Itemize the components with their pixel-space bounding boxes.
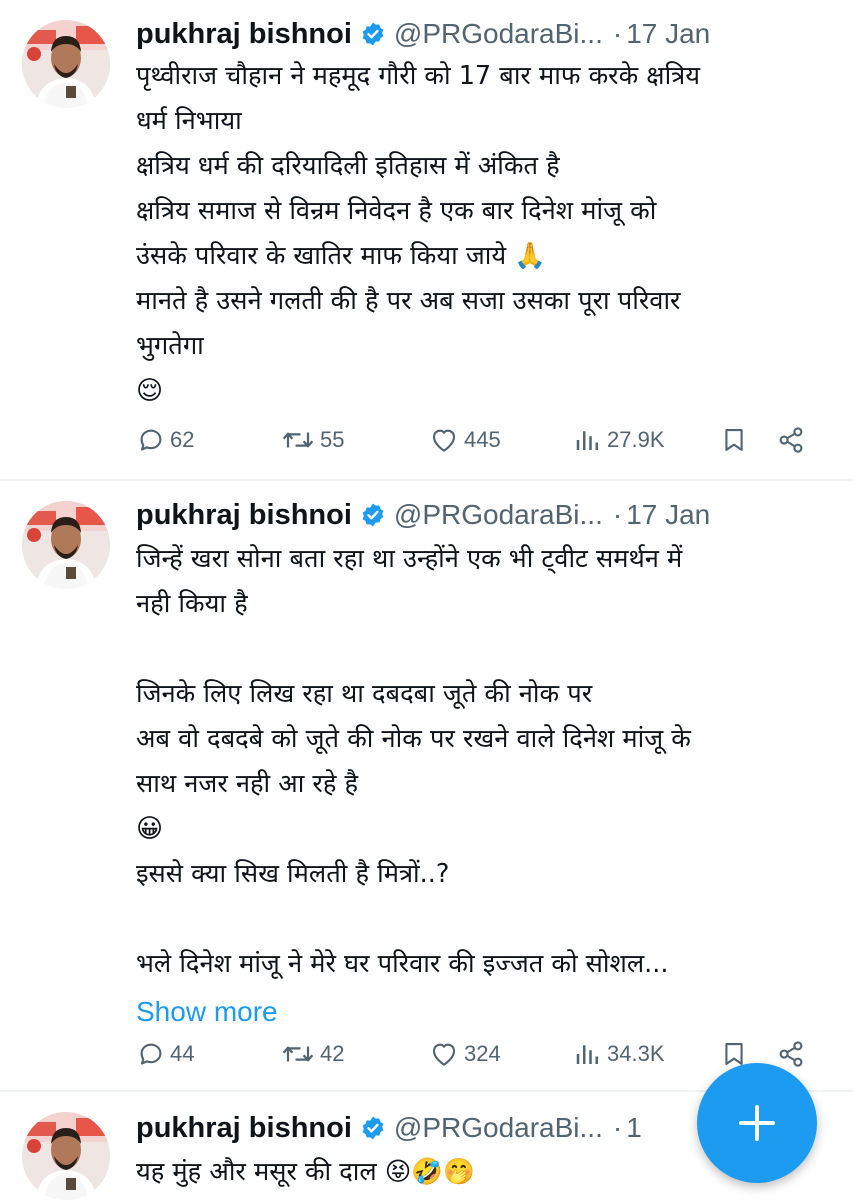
author-handle[interactable]: @PRGodaraBi... [394,499,603,531]
avatar-photo [22,501,110,589]
repost-button[interactable]: 55 [280,420,344,460]
text-line: क्षत्रिय समाज से विन्रम निवेदन है एक बार… [136,196,657,226]
tweet-date[interactable]: 17 Jan [626,499,710,531]
author-handle[interactable]: @PRGodaraBi... [394,1112,603,1144]
avatar-photo [22,1112,110,1200]
text-line [136,627,826,672]
like-icon [432,429,456,452]
tweet-text[interactable]: पृथ्वीराज चौहान ने महमूद गौरी को 17 बार … [136,54,826,414]
repost-icon [282,432,314,448]
repost-icon [282,1046,314,1062]
verified-badge-icon [362,503,384,527]
text-line: धर्म निभाया [136,106,242,136]
tweet-actions: 44 42 324 34.3K [136,1034,816,1074]
avatar[interactable] [22,501,110,589]
tweet[interactable]: pukhraj bishnoi @PRGodaraBi... · 17 Jan … [0,0,853,480]
like-count: 445 [464,427,501,452]
separator-dot: · [612,18,623,49]
text-line: 😀 [136,814,164,844]
text-line: साथ नजर नही आ रहे है [136,769,359,799]
avatar[interactable] [22,20,110,108]
compose-button[interactable] [697,1063,817,1183]
text-line: जिन्हें खरा सोना बता रहा था उन्होंने एक … [136,544,683,574]
text-line: उंसके परिवार के खातिर माफ किया जाये 🙏 [136,241,547,271]
bookmark-button[interactable] [720,420,748,460]
like-count: 324 [464,1041,501,1066]
verified-badge-icon [362,22,384,46]
tweet-header: pukhraj bishnoi @PRGodaraBi... · 1 [136,1108,642,1148]
reply-icon [140,429,162,451]
like-button[interactable]: 324 [428,1034,501,1074]
author-name[interactable]: pukhraj bishnoi [136,18,352,51]
text-line: नही किया है [136,589,248,619]
text-line: भुगतेगा [136,331,204,361]
share-icon [779,1041,803,1067]
views-icon [576,1045,598,1064]
tweet[interactable]: pukhraj bishnoi @PRGodaraBi... · 17 Jan … [0,481,853,1090]
repost-count: 42 [320,1041,345,1066]
tweet-date[interactable]: 17 Jan [626,18,710,50]
text-line: अब वो दबदबे को जूते की नोक पर रखने वाले … [136,724,691,754]
like-button[interactable]: 445 [428,420,501,460]
tweet-header: pukhraj bishnoi @PRGodaraBi... · 17 Jan [136,495,710,535]
avatar-photo [22,20,110,108]
text-line: 😌 [136,376,164,406]
separator-dot: · [612,499,623,530]
text-line: भले दिनेश मांजू ने मेरे घर परिवार की इज्… [136,949,669,979]
reply-button[interactable]: 44 [136,1034,194,1074]
tweet-actions: 62 55 445 27.9K [136,420,816,460]
views-icon [576,431,598,450]
bookmark-icon [725,429,743,451]
avatar[interactable] [22,1112,110,1200]
author-handle[interactable]: @PRGodaraBi... [394,18,603,50]
text-line: क्षत्रिय धर्म की दरियादिली इतिहास में अं… [136,151,560,181]
author-name[interactable]: pukhraj bishnoi [136,499,352,532]
author-name[interactable]: pukhraj bishnoi [136,1112,352,1145]
views-button[interactable]: 34.3K [573,1034,665,1074]
text-line: जिनके लिए लिख रहा था दबदबा जूते की नोक प… [136,679,593,709]
text-line: मानते है उसने गलती की है पर अब सजा उसका … [136,286,681,316]
text-line: पृथ्वीराज चौहान ने महमूद गौरी को 17 बार … [136,61,701,91]
share-icon [779,427,803,453]
tweet-header: pukhraj bishnoi @PRGodaraBi... · 17 Jan [136,14,710,54]
reply-count: 62 [170,427,195,452]
share-button[interactable] [776,420,806,460]
views-count: 27.9K [607,427,665,452]
show-more-link[interactable]: Show more [136,987,826,1037]
reply-icon [140,1043,162,1065]
views-count: 34.3K [607,1041,665,1066]
reply-button[interactable]: 62 [136,420,194,460]
reply-count: 44 [170,1041,195,1066]
tweet-date[interactable]: 1 [626,1112,642,1144]
separator-dot: · [612,1112,623,1143]
verified-badge-icon [362,1116,384,1140]
repost-button[interactable]: 42 [280,1034,344,1074]
text-line: इससे क्या सिख मिलती है मित्रों..? [136,859,450,889]
views-button[interactable]: 27.9K [573,420,665,460]
text-line [136,897,826,942]
tweet-text[interactable]: जिन्हें खरा सोना बता रहा था उन्होंने एक … [136,537,826,1037]
plus-icon [739,1105,775,1141]
like-icon [432,1043,456,1066]
repost-count: 55 [320,427,345,452]
